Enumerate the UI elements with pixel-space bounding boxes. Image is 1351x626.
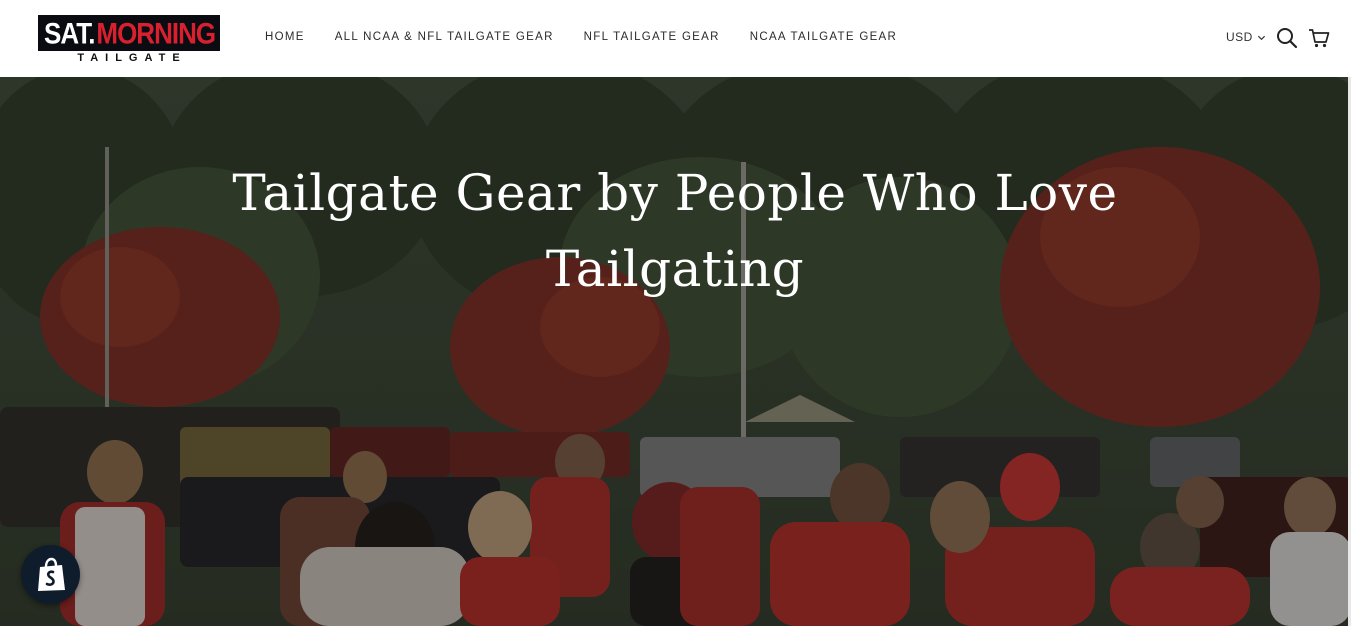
search-icon[interactable] — [1276, 27, 1298, 49]
currency-selector[interactable]: USD — [1226, 30, 1266, 44]
nav-nfl-gear[interactable]: NFL TAILGATE GEAR — [584, 31, 720, 43]
hero-banner: Tailgate Gear by People Who Love Tailgat… — [0, 77, 1351, 626]
hero-title: Tailgate Gear by People Who Love Tailgat… — [232, 164, 1118, 298]
nav-ncaa-gear[interactable]: NCAA TAILGATE GEAR — [750, 31, 897, 43]
nav-home[interactable]: HOME — [265, 31, 305, 43]
logo-wordmark: SAT. MORNING — [38, 15, 220, 51]
main-nav: HOME ALL NCAA & NFL TAILGATE GEAR NFL TA… — [265, 31, 927, 43]
shopify-badge[interactable] — [21, 545, 80, 604]
site-header: SAT. MORNING TAILGATE HOME ALL NCAA & NF… — [0, 0, 1351, 77]
cart-icon[interactable] — [1308, 27, 1330, 49]
chevron-down-icon — [1257, 35, 1265, 40]
logo-tailgate-text: TAILGATE — [77, 52, 187, 64]
logo-sat-text: SAT. — [44, 15, 95, 50]
shopify-bag-icon — [37, 557, 65, 591]
currency-label: USD — [1226, 30, 1253, 44]
site-logo[interactable]: SAT. MORNING TAILGATE — [38, 15, 220, 67]
logo-morning-text: MORNING — [96, 15, 216, 50]
nav-all-ncaa-nfl[interactable]: ALL NCAA & NFL TAILGATE GEAR — [335, 31, 554, 43]
